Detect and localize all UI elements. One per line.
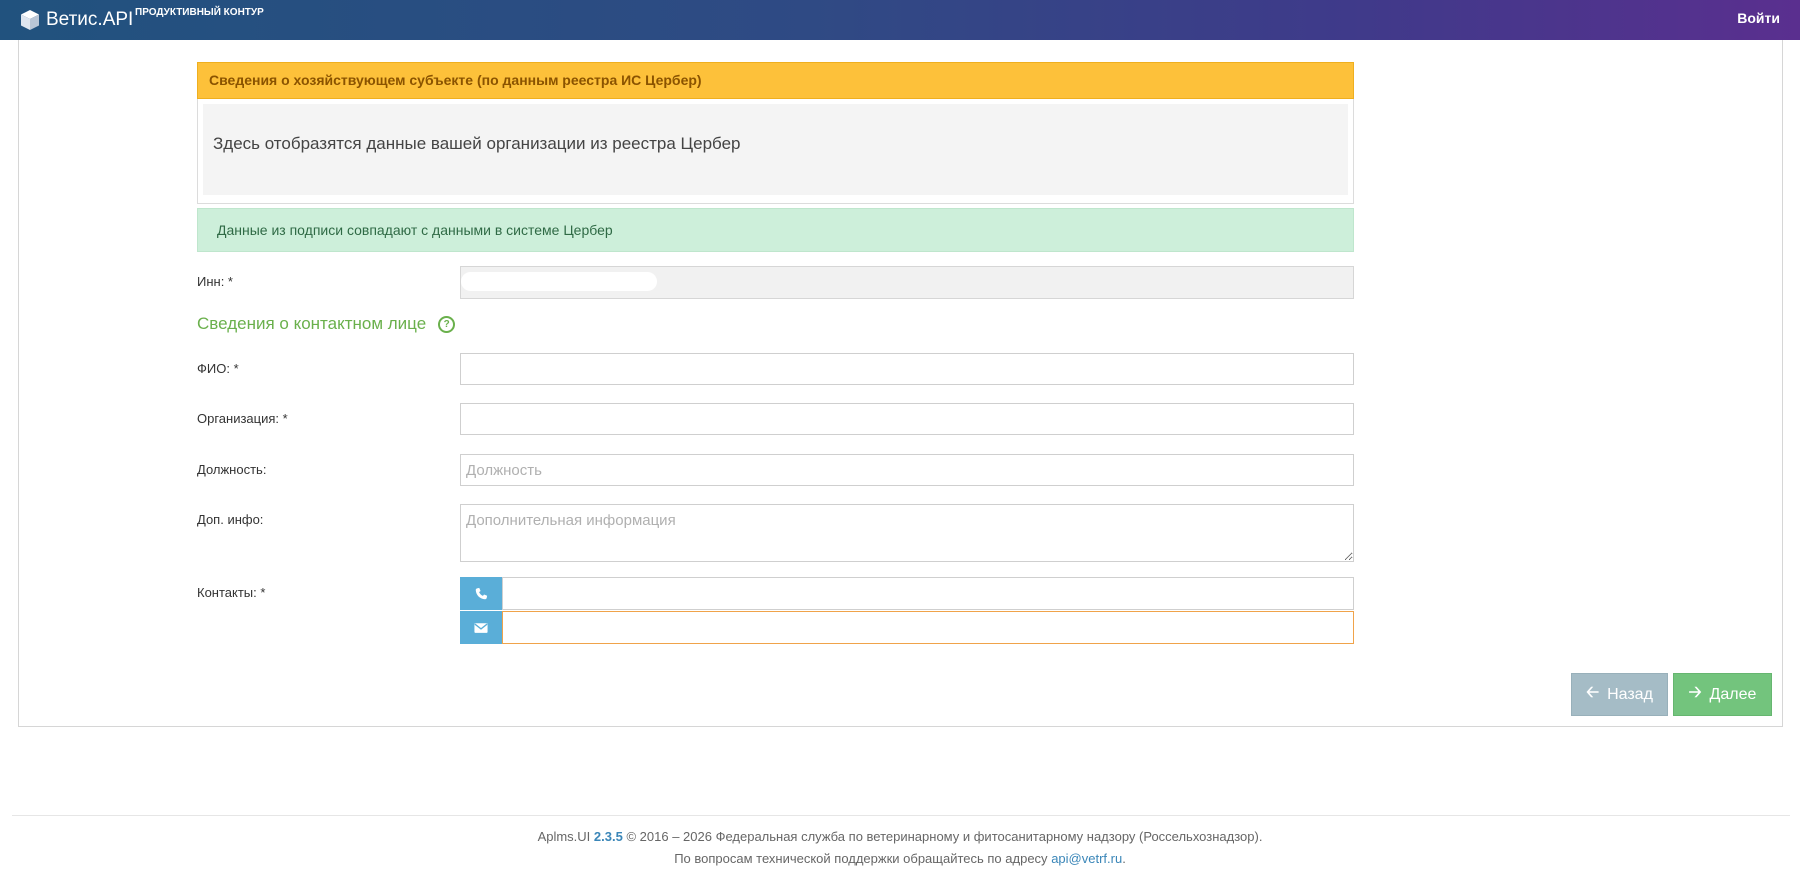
footer-support-text: По вопросам технической поддержки обраща… — [674, 851, 1048, 866]
envelope-icon — [474, 622, 488, 633]
footer-support-line: По вопросам технической поддержки обраща… — [674, 851, 1126, 866]
environment-label: ПРОДУКТИВНЫЙ КОНТУР — [135, 7, 264, 18]
phone-icon — [475, 587, 488, 599]
footer-copyright: © 2016 – 2026 Федеральная служба по вете… — [626, 829, 1263, 844]
additional-info-field[interactable] — [460, 504, 1354, 562]
cube-icon — [21, 10, 39, 30]
fio-label: ФИО: * — [197, 361, 239, 376]
question-circle-icon[interactable]: ? — [438, 315, 456, 333]
back-button-label: Назад — [1607, 685, 1653, 703]
organization-field[interactable] — [460, 403, 1354, 435]
additional-info-label: Доп. инфо: — [197, 512, 264, 527]
next-button-label: Далее — [1709, 685, 1757, 703]
back-button[interactable]: 🡠 Назад — [1571, 673, 1668, 716]
footer-divider — [12, 815, 1790, 816]
next-button[interactable]: 🡢 Далее — [1673, 673, 1772, 716]
phone-field[interactable] — [502, 577, 1354, 610]
inn-label: Инн: * — [197, 274, 233, 289]
footer-version: 2.3.5 — [593, 829, 623, 844]
fio-field[interactable] — [460, 353, 1354, 385]
top-navbar: Ветис.API ПРОДУКТИВНЫЙ КОНТУР Войти — [0, 0, 1800, 40]
arrow-left-icon: 🡠 — [1586, 684, 1600, 701]
contact-section-label: Сведения о контактном лице — [197, 314, 427, 333]
org-panel-title: Сведения о хозяйствующем субъекте (по да… — [197, 62, 1354, 99]
signature-match-alert: Данные из подписи совпадают с данными в … — [197, 208, 1354, 252]
footer-copyright-line: Aplms.UI 2.3.5 © 2016 – 2026 Федеральная… — [0, 829, 1800, 844]
contact-section-title: Сведения о контактном лице ? — [197, 314, 456, 334]
footer-support-email[interactable]: api@vetrf.ru — [1051, 851, 1122, 866]
phone-addon — [460, 577, 502, 610]
arrow-right-icon: 🡢 — [1688, 684, 1702, 701]
email-addon — [460, 611, 502, 644]
brand-link[interactable]: Ветис.API — [20, 0, 133, 40]
email-field[interactable] — [502, 611, 1354, 644]
position-label: Должность: — [197, 462, 267, 477]
brand-name: Ветис.API — [46, 9, 134, 30]
login-link[interactable]: Войти — [1737, 10, 1780, 26]
footer-product: Aplms.UI — [537, 829, 591, 844]
position-field[interactable] — [460, 454, 1354, 486]
inn-redaction — [461, 272, 657, 291]
contacts-label: Контакты: * — [197, 585, 266, 600]
org-panel-body: Здесь отобразятся данные вашей организац… — [197, 99, 1354, 204]
organization-label: Организация: * — [197, 411, 288, 426]
org-panel-placeholder: Здесь отобразятся данные вашей организац… — [203, 104, 1348, 195]
